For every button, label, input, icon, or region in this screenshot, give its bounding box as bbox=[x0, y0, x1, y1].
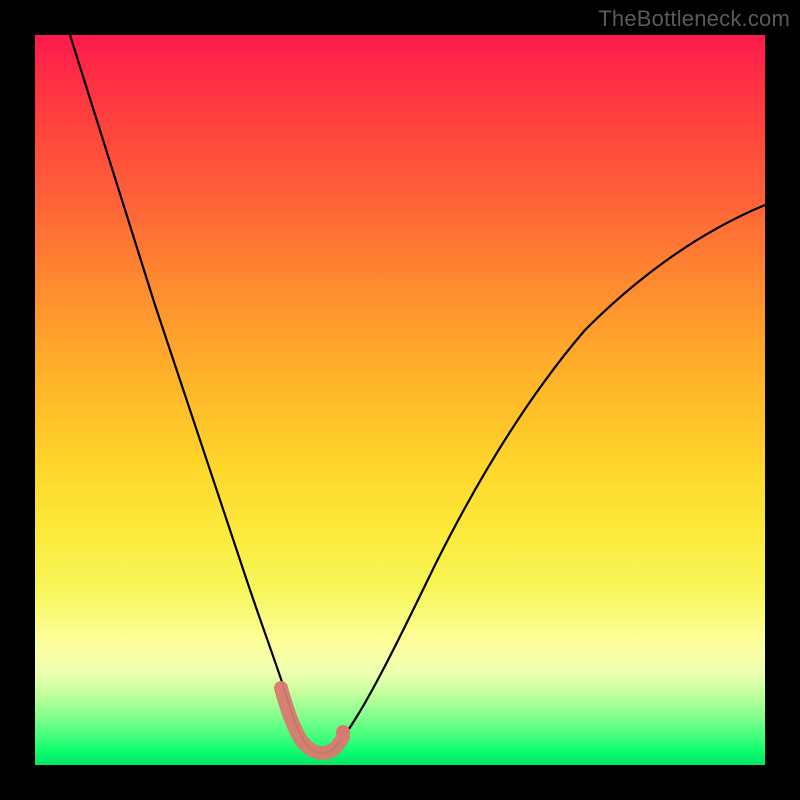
watermark-text: TheBottleneck.com bbox=[598, 6, 790, 32]
chart-frame: TheBottleneck.com bbox=[0, 0, 800, 800]
plot-area bbox=[35, 35, 765, 765]
curve-layer bbox=[35, 35, 765, 765]
bottleneck-curve bbox=[70, 35, 765, 753]
highlight-dot bbox=[336, 725, 350, 739]
highlight-segment bbox=[281, 688, 343, 753]
